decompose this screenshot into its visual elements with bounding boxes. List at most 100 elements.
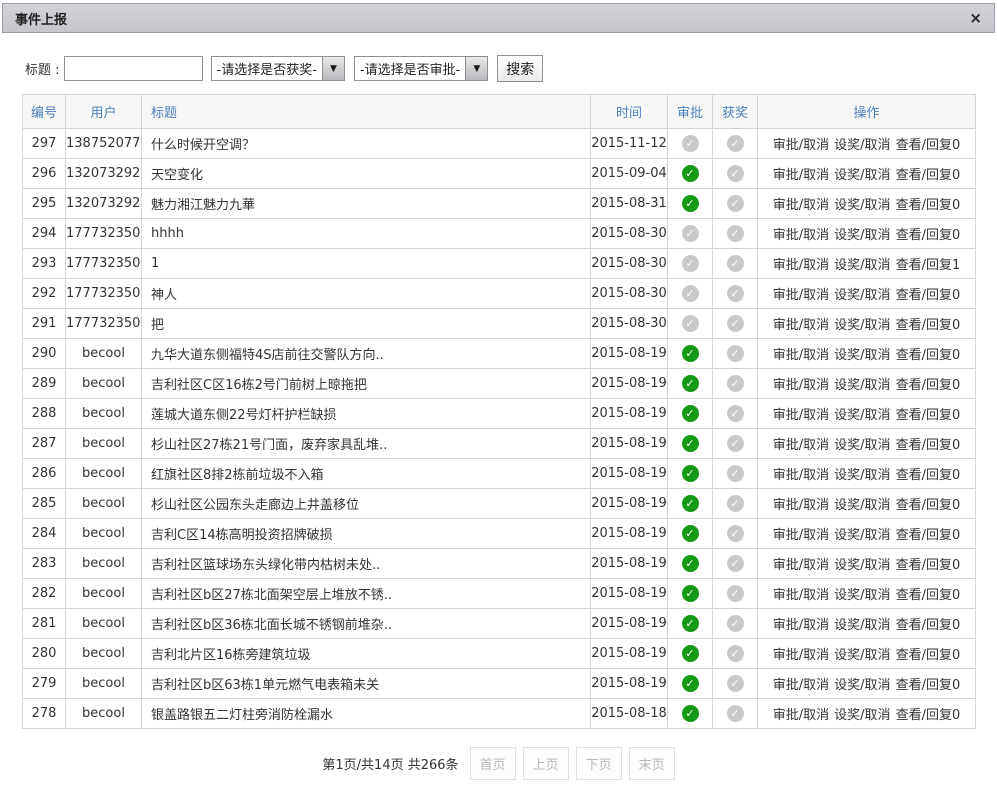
view-reply-link[interactable]: 查看/回复0 bbox=[896, 524, 961, 543]
approve-toggle-link[interactable]: 审批/取消 bbox=[773, 524, 829, 543]
award-toggle-link[interactable]: 设奖/取消 bbox=[834, 134, 890, 153]
award-toggle-link[interactable]: 设奖/取消 bbox=[834, 614, 890, 633]
approve-toggle-link[interactable]: 审批/取消 bbox=[773, 614, 829, 633]
approve-toggle-link[interactable]: 审批/取消 bbox=[773, 644, 829, 663]
approve-toggle-link[interactable]: 审批/取消 bbox=[773, 704, 829, 723]
approve-status-icon[interactable]: ✓ bbox=[682, 285, 699, 302]
award-toggle-link[interactable]: 设奖/取消 bbox=[834, 224, 890, 243]
award-toggle-link[interactable]: 设奖/取消 bbox=[834, 284, 890, 303]
approve-toggle-link[interactable]: 审批/取消 bbox=[773, 674, 829, 693]
approve-toggle-link[interactable]: 审批/取消 bbox=[773, 584, 829, 603]
award-toggle-link[interactable]: 设奖/取消 bbox=[834, 374, 890, 393]
approve-status-icon[interactable]: ✓ bbox=[682, 555, 699, 572]
approve-toggle-link[interactable]: 审批/取消 bbox=[773, 164, 829, 183]
award-toggle-link[interactable]: 设奖/取消 bbox=[834, 554, 890, 573]
approve-toggle-link[interactable]: 审批/取消 bbox=[773, 134, 829, 153]
award-status-icon[interactable]: ✓ bbox=[727, 675, 744, 692]
view-reply-link[interactable]: 查看/回复0 bbox=[896, 554, 961, 573]
approve-status-icon[interactable]: ✓ bbox=[682, 195, 699, 212]
award-status-icon[interactable]: ✓ bbox=[727, 585, 744, 602]
approve-status-icon[interactable]: ✓ bbox=[682, 375, 699, 392]
approve-status-icon[interactable]: ✓ bbox=[682, 495, 699, 512]
award-status-icon[interactable]: ✓ bbox=[727, 645, 744, 662]
award-toggle-link[interactable]: 设奖/取消 bbox=[834, 164, 890, 183]
award-status-icon[interactable]: ✓ bbox=[727, 375, 744, 392]
approve-status-icon[interactable]: ✓ bbox=[682, 165, 699, 182]
view-reply-link[interactable]: 查看/回复0 bbox=[896, 374, 961, 393]
award-status-icon[interactable]: ✓ bbox=[727, 165, 744, 182]
view-reply-link[interactable]: 查看/回复0 bbox=[896, 494, 961, 513]
award-toggle-link[interactable]: 设奖/取消 bbox=[834, 584, 890, 603]
award-status-icon[interactable]: ✓ bbox=[727, 705, 744, 722]
approve-status-icon[interactable]: ✓ bbox=[682, 615, 699, 632]
award-status-icon[interactable]: ✓ bbox=[727, 255, 744, 272]
award-status-icon[interactable]: ✓ bbox=[727, 135, 744, 152]
approve-toggle-link[interactable]: 审批/取消 bbox=[773, 314, 829, 333]
view-reply-link[interactable]: 查看/回复0 bbox=[896, 284, 961, 303]
award-status-icon[interactable]: ✓ bbox=[727, 195, 744, 212]
approve-status-icon[interactable]: ✓ bbox=[682, 525, 699, 542]
award-status-icon[interactable]: ✓ bbox=[727, 435, 744, 452]
view-reply-link[interactable]: 查看/回复1 bbox=[896, 254, 961, 273]
award-toggle-link[interactable]: 设奖/取消 bbox=[834, 644, 890, 663]
award-toggle-link[interactable]: 设奖/取消 bbox=[834, 704, 890, 723]
approve-toggle-link[interactable]: 审批/取消 bbox=[773, 554, 829, 573]
award-filter-select[interactable]: -请选择是否获奖- ▼ bbox=[211, 56, 345, 81]
approve-status-icon[interactable]: ✓ bbox=[682, 465, 699, 482]
approve-toggle-link[interactable]: 审批/取消 bbox=[773, 404, 829, 423]
approve-status-icon[interactable]: ✓ bbox=[682, 705, 699, 722]
award-toggle-link[interactable]: 设奖/取消 bbox=[834, 344, 890, 363]
title-filter-input[interactable] bbox=[64, 56, 203, 81]
approve-filter-select[interactable]: -请选择是否审批- ▼ bbox=[354, 56, 488, 81]
next-page-button[interactable]: 下页 bbox=[576, 747, 622, 780]
approve-status-icon[interactable]: ✓ bbox=[682, 225, 699, 242]
approve-status-icon[interactable]: ✓ bbox=[682, 345, 699, 362]
view-reply-link[interactable]: 查看/回复0 bbox=[896, 344, 961, 363]
view-reply-link[interactable]: 查看/回复0 bbox=[896, 584, 961, 603]
approve-status-icon[interactable]: ✓ bbox=[682, 135, 699, 152]
search-button[interactable]: 搜索 bbox=[497, 55, 543, 82]
view-reply-link[interactable]: 查看/回复0 bbox=[896, 704, 961, 723]
approve-status-icon[interactable]: ✓ bbox=[682, 645, 699, 662]
award-status-icon[interactable]: ✓ bbox=[727, 525, 744, 542]
approve-status-icon[interactable]: ✓ bbox=[682, 585, 699, 602]
award-toggle-link[interactable]: 设奖/取消 bbox=[834, 494, 890, 513]
approve-toggle-link[interactable]: 审批/取消 bbox=[773, 254, 829, 273]
approve-status-icon[interactable]: ✓ bbox=[682, 435, 699, 452]
award-toggle-link[interactable]: 设奖/取消 bbox=[834, 404, 890, 423]
view-reply-link[interactable]: 查看/回复0 bbox=[896, 434, 961, 453]
approve-toggle-link[interactable]: 审批/取消 bbox=[773, 464, 829, 483]
approve-toggle-link[interactable]: 审批/取消 bbox=[773, 494, 829, 513]
view-reply-link[interactable]: 查看/回复0 bbox=[896, 224, 961, 243]
approve-status-icon[interactable]: ✓ bbox=[682, 255, 699, 272]
approve-toggle-link[interactable]: 审批/取消 bbox=[773, 194, 829, 213]
approve-toggle-link[interactable]: 审批/取消 bbox=[773, 434, 829, 453]
approve-toggle-link[interactable]: 审批/取消 bbox=[773, 224, 829, 243]
close-icon[interactable]: × bbox=[969, 11, 982, 26]
approve-status-icon[interactable]: ✓ bbox=[682, 675, 699, 692]
prev-page-button[interactable]: 上页 bbox=[523, 747, 569, 780]
award-toggle-link[interactable]: 设奖/取消 bbox=[834, 524, 890, 543]
view-reply-link[interactable]: 查看/回复0 bbox=[896, 134, 961, 153]
view-reply-link[interactable]: 查看/回复0 bbox=[896, 614, 961, 633]
view-reply-link[interactable]: 查看/回复0 bbox=[896, 644, 961, 663]
approve-toggle-link[interactable]: 审批/取消 bbox=[773, 374, 829, 393]
view-reply-link[interactable]: 查看/回复0 bbox=[896, 404, 961, 423]
award-status-icon[interactable]: ✓ bbox=[727, 285, 744, 302]
last-page-button[interactable]: 末页 bbox=[629, 747, 675, 780]
award-status-icon[interactable]: ✓ bbox=[727, 405, 744, 422]
award-status-icon[interactable]: ✓ bbox=[727, 555, 744, 572]
award-status-icon[interactable]: ✓ bbox=[727, 315, 744, 332]
first-page-button[interactable]: 首页 bbox=[470, 747, 516, 780]
award-status-icon[interactable]: ✓ bbox=[727, 495, 744, 512]
view-reply-link[interactable]: 查看/回复0 bbox=[896, 464, 961, 483]
approve-toggle-link[interactable]: 审批/取消 bbox=[773, 284, 829, 303]
award-toggle-link[interactable]: 设奖/取消 bbox=[834, 674, 890, 693]
approve-status-icon[interactable]: ✓ bbox=[682, 405, 699, 422]
award-status-icon[interactable]: ✓ bbox=[727, 345, 744, 362]
view-reply-link[interactable]: 查看/回复0 bbox=[896, 194, 961, 213]
view-reply-link[interactable]: 查看/回复0 bbox=[896, 164, 961, 183]
award-status-icon[interactable]: ✓ bbox=[727, 465, 744, 482]
award-toggle-link[interactable]: 设奖/取消 bbox=[834, 194, 890, 213]
award-toggle-link[interactable]: 设奖/取消 bbox=[834, 434, 890, 453]
